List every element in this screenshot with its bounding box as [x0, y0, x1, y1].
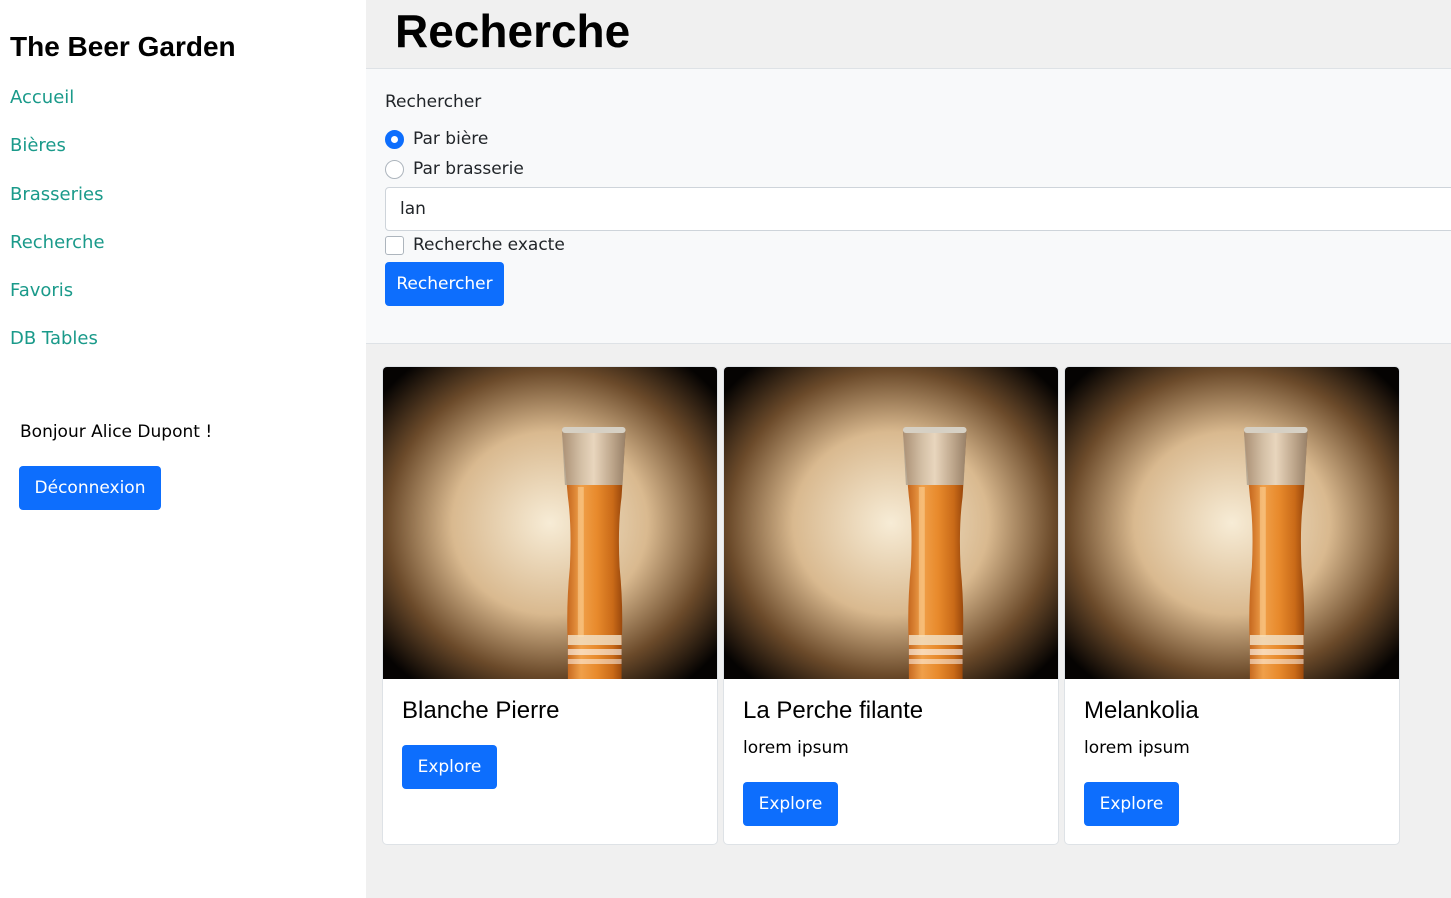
card-title: La Perche filante: [743, 697, 924, 724]
explore-button[interactable]: Explore: [1084, 782, 1179, 826]
explore-button[interactable]: Explore: [743, 782, 838, 826]
nav-item-favoris: Favoris: [10, 278, 105, 326]
search-button[interactable]: Rechercher: [385, 262, 504, 306]
radio-par-biere[interactable]: Par bière: [385, 129, 488, 149]
radio-par-biere-control[interactable]: [385, 129, 404, 149]
nav-link-bieres[interactable]: Bières: [10, 133, 66, 159]
nav-link-db-tables[interactable]: DB Tables: [10, 326, 98, 352]
search-input[interactable]: [385, 187, 1451, 231]
exact-search-checkbox-control[interactable]: [385, 235, 404, 255]
radio-par-biere-label: Par bière: [413, 129, 489, 149]
nav-item-bieres: Bières: [10, 133, 105, 181]
card-text: lorem ipsum: [743, 738, 849, 758]
exact-search-checkbox[interactable]: Recherche exacte: [385, 235, 565, 255]
radio-par-brasserie[interactable]: Par brasserie: [385, 159, 524, 179]
search-label: Rechercher: [385, 92, 482, 112]
user-greeting: Bonjour Alice Dupont !: [20, 422, 213, 442]
nav-item-db-tables: DB Tables: [10, 326, 105, 374]
sidebar: The Beer Garden Accueil Bières Brasserie…: [0, 0, 366, 898]
page-title: Recherche: [395, 5, 631, 57]
nav-item-brasseries: Brasseries: [10, 182, 105, 230]
explore-button[interactable]: Explore: [402, 745, 497, 789]
sidebar-nav: Accueil Bières Brasseries Recherche Favo…: [10, 85, 105, 375]
result-card: Blanche Pierre Explore: [382, 366, 718, 845]
beer-glass-image: [383, 367, 717, 679]
exact-search-label: Recherche exacte: [413, 235, 565, 255]
nav-link-recherche[interactable]: Recherche: [10, 230, 105, 256]
card-text: lorem ipsum: [1084, 738, 1190, 758]
radio-par-brasserie-label: Par brasserie: [413, 159, 524, 179]
brand-title: The Beer Garden: [10, 31, 236, 62]
nav-item-accueil: Accueil: [10, 85, 105, 133]
result-card: Melankolia lorem ipsum Explore: [1064, 366, 1400, 845]
card-title: Melankolia: [1084, 697, 1199, 724]
nav-link-brasseries[interactable]: Brasseries: [10, 182, 103, 208]
beer-glass-image: [724, 367, 1058, 679]
logout-button[interactable]: Déconnexion: [19, 466, 161, 510]
nav-link-accueil[interactable]: Accueil: [10, 85, 74, 111]
card-title: Blanche Pierre: [402, 697, 560, 724]
search-form: Rechercher Par bière Par brasserie Reche…: [366, 68, 1451, 344]
result-card: La Perche filante lorem ipsum Explore: [723, 366, 1059, 845]
radio-par-brasserie-control[interactable]: [385, 159, 404, 179]
nav-link-favoris[interactable]: Favoris: [10, 278, 73, 304]
beer-glass-image: [1065, 367, 1399, 679]
nav-item-recherche: Recherche: [10, 230, 105, 278]
